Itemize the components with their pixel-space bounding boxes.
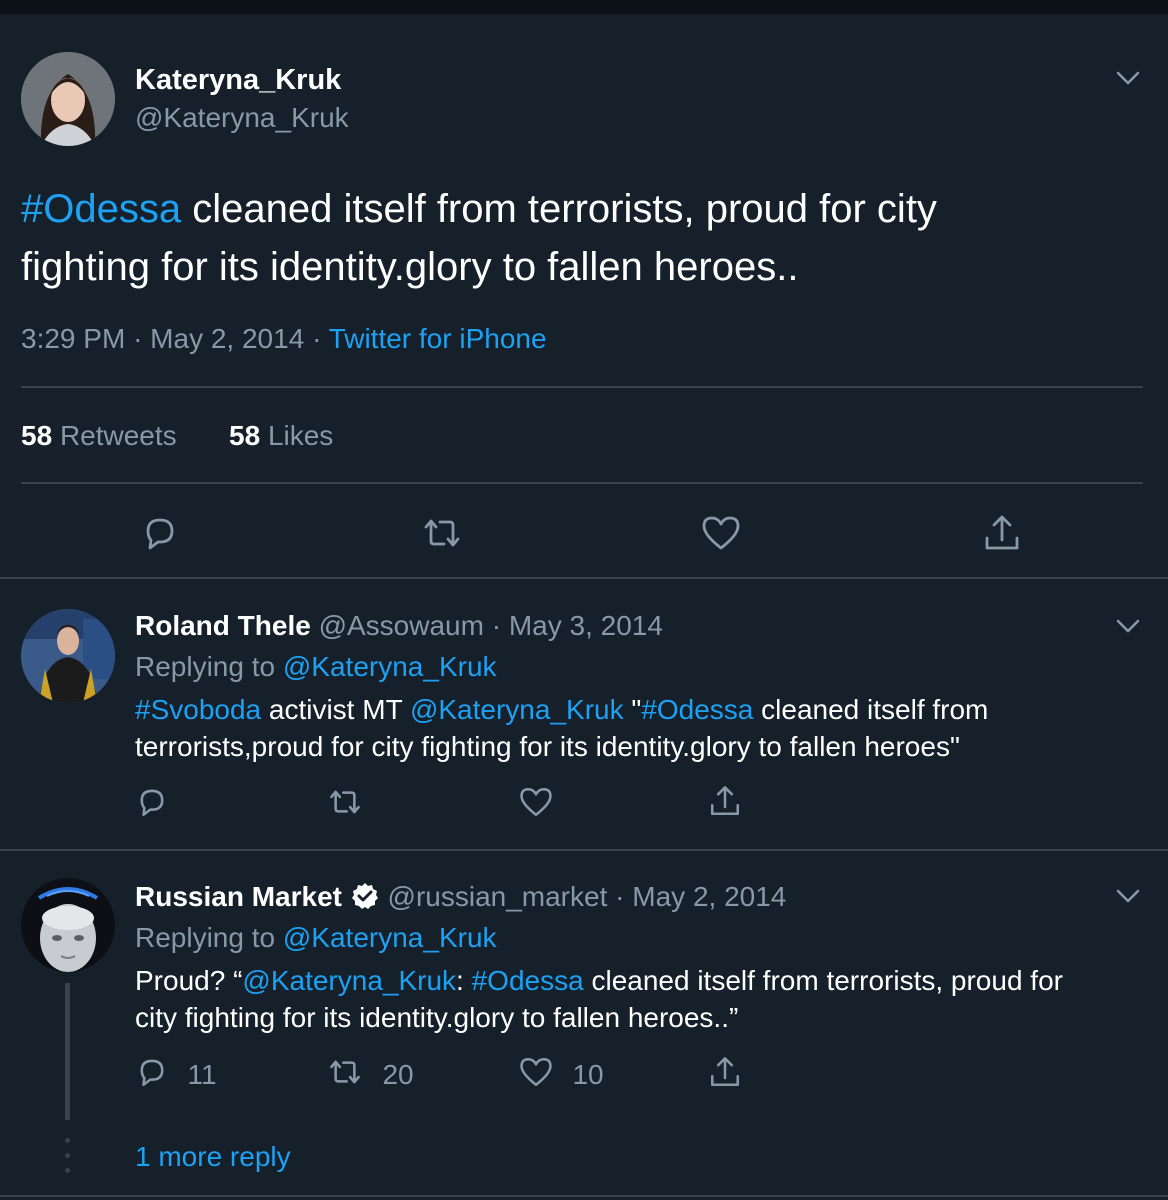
divider bbox=[0, 849, 1168, 851]
reply1-handle[interactable]: @Assowaum bbox=[319, 610, 484, 641]
meta-separator: · bbox=[491, 610, 502, 641]
reply1-header: Roland Thele @Assowaum · May 3, 2014 bbox=[135, 608, 663, 644]
thread-dot bbox=[65, 1138, 70, 1143]
reply2-reply-action[interactable]: 11 bbox=[135, 1055, 217, 1091]
verified-badge-icon bbox=[350, 881, 380, 911]
divider bbox=[0, 1195, 1168, 1197]
main-tweet-line-1: #Odessa cleaned itself from terrorists, … bbox=[21, 180, 1141, 238]
thread-dot bbox=[65, 1168, 70, 1173]
replying-to-mention[interactable]: @Kateryna_Kruk bbox=[283, 651, 497, 682]
retweet-icon[interactable] bbox=[420, 513, 464, 553]
tweet-source-link[interactable]: Twitter for iPhone bbox=[329, 323, 547, 354]
retweet-count: 20 bbox=[382, 1058, 414, 1090]
like-icon bbox=[518, 1055, 554, 1094]
replying-to-label: Replying to bbox=[135, 651, 276, 682]
divider bbox=[21, 482, 1143, 484]
reply-icon[interactable] bbox=[140, 513, 180, 553]
reply2-text-part: Proud? “ bbox=[135, 965, 243, 996]
thread-line bbox=[65, 983, 70, 1120]
reply1-text-part: " bbox=[623, 694, 642, 725]
top-status-strip bbox=[0, 0, 1168, 14]
replying-to-mention[interactable]: @Kateryna_Kruk bbox=[283, 922, 497, 953]
reply2-text-line-1: Proud? “@Kateryna_Kruk: #Odessa cleaned … bbox=[135, 962, 1063, 999]
meta-separator: · bbox=[133, 323, 143, 354]
main-display-name[interactable]: Kateryna_Kruk bbox=[135, 62, 341, 98]
retweet-icon bbox=[326, 1055, 364, 1094]
retweets-stat[interactable]: 58 Retweets bbox=[21, 418, 177, 454]
main-tweet-meta: 3:29 PM · May 2, 2014 · Twitter for iPho… bbox=[21, 320, 547, 358]
reply1-date[interactable]: May 3, 2014 bbox=[509, 610, 663, 641]
avatar-kateryna[interactable] bbox=[21, 52, 115, 146]
reply2-text-part: cleaned itself from terrorists, proud fo… bbox=[583, 965, 1063, 996]
chevron-down-icon[interactable] bbox=[1114, 614, 1142, 638]
divider bbox=[21, 386, 1143, 388]
share-icon[interactable] bbox=[982, 512, 1022, 554]
likes-label: Likes bbox=[267, 420, 334, 451]
reply2-text-part: : bbox=[456, 965, 472, 996]
likes-stat[interactable]: 58 Likes bbox=[229, 418, 333, 454]
avatar-roland-thele[interactable] bbox=[21, 609, 115, 703]
main-tweet-text: #Odessa cleaned itself from terrorists, … bbox=[21, 180, 1141, 296]
reply-icon[interactable] bbox=[135, 785, 169, 819]
mention-link[interactable]: @Kateryna_Kruk bbox=[242, 965, 456, 996]
reply1-replying-to: Replying to @Kateryna_Kruk bbox=[135, 649, 497, 685]
reply-count: 11 bbox=[187, 1058, 217, 1090]
like-icon[interactable] bbox=[518, 785, 554, 819]
hashtag-odessa[interactable]: #Odessa bbox=[472, 965, 584, 996]
main-tweet-text-part: cleaned itself from terrorists, proud fo… bbox=[181, 187, 937, 231]
reply2-text-line-2: city fighting for its identity.glory to … bbox=[135, 1002, 739, 1033]
more-replies-link[interactable]: 1 more reply bbox=[135, 1139, 291, 1175]
reply1-text-line-1: #Svoboda activist MT @Kateryna_Kruk "#Od… bbox=[135, 691, 988, 728]
avatar-russian-market[interactable] bbox=[21, 878, 115, 972]
likes-count: 58 bbox=[229, 420, 261, 451]
chevron-down-icon[interactable] bbox=[1114, 66, 1142, 90]
reply1-text-line-2: terrorists,proud for city fighting for i… bbox=[135, 731, 960, 762]
reply2-retweet-action[interactable]: 20 bbox=[326, 1055, 414, 1091]
replying-to-label: Replying to bbox=[135, 922, 276, 953]
retweet-icon[interactable] bbox=[326, 785, 364, 819]
tweet-time[interactable]: 3:29 PM bbox=[21, 323, 125, 354]
share-icon[interactable] bbox=[708, 1054, 742, 1090]
reply1-display-name[interactable]: Roland Thele bbox=[135, 610, 311, 641]
hashtag-svoboda[interactable]: #Svoboda bbox=[135, 694, 261, 725]
reply2-like-action[interactable]: 10 bbox=[518, 1055, 604, 1091]
share-icon[interactable] bbox=[708, 783, 742, 819]
reply2-header: Russian Market @russian_market · May 2, … bbox=[135, 879, 786, 915]
meta-separator: · bbox=[615, 881, 625, 912]
reply2-text: Proud? “@Kateryna_Kruk: #Odessa cleaned … bbox=[135, 962, 1063, 1036]
reply1-text: #Svoboda activist MT @Kateryna_Kruk "#Od… bbox=[135, 691, 988, 765]
chevron-down-icon[interactable] bbox=[1114, 884, 1142, 908]
retweets-count: 58 bbox=[21, 420, 53, 451]
hashtag-odessa[interactable]: #Odessa bbox=[641, 694, 753, 725]
divider bbox=[0, 577, 1168, 579]
like-count: 10 bbox=[572, 1058, 604, 1090]
reply2-replying-to: Replying to @Kateryna_Kruk bbox=[135, 920, 497, 956]
reply2-handle[interactable]: @russian_market bbox=[388, 881, 608, 912]
thread-dot bbox=[65, 1153, 70, 1158]
main-tweet-line-2: fighting for its identity.glory to falle… bbox=[21, 245, 799, 289]
reply1-text-part: activist MT bbox=[261, 694, 410, 725]
meta-separator: · bbox=[312, 323, 322, 354]
reply2-date[interactable]: May 2, 2014 bbox=[632, 881, 786, 912]
reply2-display-name[interactable]: Russian Market bbox=[135, 881, 342, 912]
mention-link[interactable]: @Kateryna_Kruk bbox=[410, 694, 624, 725]
reply1-text-part: cleaned itself from bbox=[753, 694, 989, 725]
tweet-date[interactable]: May 2, 2014 bbox=[150, 323, 304, 354]
retweets-label: Retweets bbox=[59, 420, 177, 451]
reply-icon bbox=[135, 1055, 169, 1094]
like-icon[interactable] bbox=[700, 513, 742, 553]
hashtag-odessa[interactable]: #Odessa bbox=[21, 187, 181, 231]
main-handle[interactable]: @Kateryna_Kruk bbox=[135, 100, 349, 136]
